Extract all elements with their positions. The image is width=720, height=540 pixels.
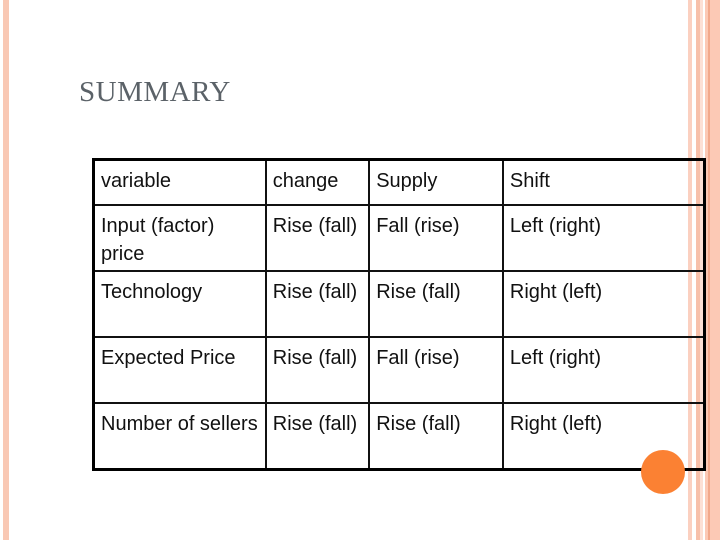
table-row: Number of sellers Rise (fall) Rise (fall… <box>92 402 706 471</box>
header-cell: change <box>264 158 371 206</box>
table-cell: Right (left) <box>501 270 706 338</box>
right-decorative-line <box>708 0 710 540</box>
table-cell: Left (right) <box>501 204 706 272</box>
header-cell: Shift <box>501 158 706 206</box>
table-cell: Fall (rise) <box>368 204 504 272</box>
table-row: Input (factor) price Rise (fall) Fall (r… <box>92 204 706 272</box>
summary-table: variable change Supply Shift Input (fact… <box>92 158 706 471</box>
table-cell: Rise (fall) <box>264 402 371 471</box>
table-row: Technology Rise (fall) Rise (fall) Right… <box>92 270 706 338</box>
table-cell: Number of sellers <box>92 402 267 471</box>
table-cell: Technology <box>92 270 267 338</box>
header-cell: Supply <box>368 158 504 206</box>
table-cell: Fall (rise) <box>368 336 504 404</box>
table-row: Expected Price Rise (fall) Fall (rise) L… <box>92 336 706 404</box>
table-cell: Rise (fall) <box>264 204 371 272</box>
table-cell: Rise (fall) <box>368 270 504 338</box>
header-cell: variable <box>92 158 267 206</box>
orange-circle-decoration <box>641 450 685 494</box>
table-cell: Input (factor) price <box>92 204 267 272</box>
slide-title: SUMMARY <box>79 76 231 108</box>
table-cell: Rise (fall) <box>264 336 371 404</box>
table-header-row: variable change Supply Shift <box>92 158 706 206</box>
table-cell: Rise (fall) <box>368 402 504 471</box>
table-cell: Left (right) <box>501 336 706 404</box>
table-cell: Expected Price <box>92 336 267 404</box>
left-decorative-stripe <box>3 0 9 540</box>
table-cell: Rise (fall) <box>264 270 371 338</box>
